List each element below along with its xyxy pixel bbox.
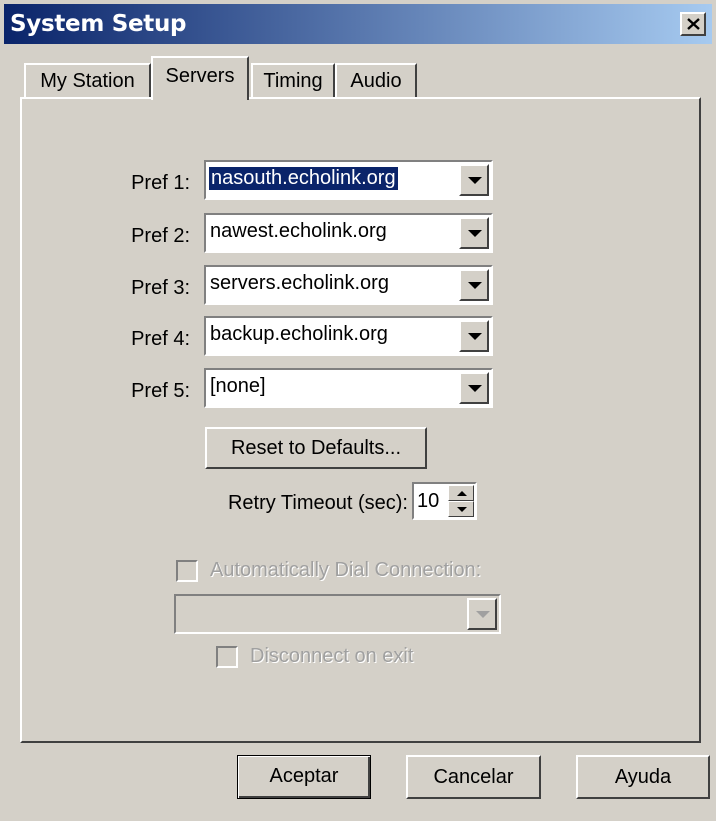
dial-connection-combo[interactable] — [174, 594, 501, 634]
pref-2-label: Pref 2: — [131, 225, 190, 247]
cancel-button[interactable]: Cancelar — [406, 755, 541, 799]
close-icon — [687, 18, 700, 30]
spin-up-button[interactable] — [448, 485, 474, 501]
pref-3-combo[interactable]: servers.echolink.org — [204, 265, 493, 305]
tab-audio[interactable]: Audio — [335, 63, 417, 99]
chevron-down-icon — [468, 177, 482, 184]
pref-2-dropdown-button[interactable] — [459, 217, 489, 249]
pref-3-value: servers.echolink.org — [210, 272, 389, 294]
arrow-down-icon — [457, 507, 467, 512]
window-title: System Setup — [10, 11, 187, 37]
spin-down-button[interactable] — [448, 501, 474, 517]
system-setup-window: System Setup My Station Servers Timing A… — [0, 0, 716, 821]
retry-timeout-label: Retry Timeout (sec): — [227, 492, 408, 514]
disconnect-on-exit-checkbox[interactable] — [216, 646, 238, 668]
chevron-down-icon — [468, 230, 482, 237]
pref-3-label: Pref 3: — [131, 277, 190, 299]
pref-2-combo[interactable]: nawest.echolink.org — [204, 213, 493, 253]
pref-1-label: Pref 1: — [131, 172, 190, 194]
auto-dial-label: Automatically Dial Connection: — [210, 559, 482, 581]
pref-4-label: Pref 4: — [131, 328, 190, 350]
retry-timeout-spinner[interactable]: 10 — [412, 482, 477, 520]
chevron-down-icon — [468, 385, 482, 392]
pref-3-dropdown-button[interactable] — [459, 269, 489, 301]
auto-dial-checkbox[interactable] — [176, 560, 198, 582]
retry-timeout-value: 10 — [417, 490, 440, 512]
disconnect-on-exit-label: Disconnect on exit — [250, 645, 414, 667]
pref-1-value: nasouth.echolink.org — [209, 167, 398, 190]
pref-4-value: backup.echolink.org — [210, 323, 388, 345]
pref-5-combo[interactable]: [none] — [204, 368, 493, 408]
pref-1-dropdown-button[interactable] — [459, 164, 489, 196]
title-bar[interactable]: System Setup — [4, 4, 712, 44]
tab-my-station[interactable]: My Station — [24, 63, 151, 99]
reset-to-defaults-button[interactable]: Reset to Defaults... — [205, 427, 427, 469]
ok-button[interactable]: Aceptar — [237, 755, 371, 799]
arrow-up-icon — [457, 491, 467, 496]
dial-connection-dropdown-button[interactable] — [467, 598, 497, 630]
pref-5-dropdown-button[interactable] — [459, 372, 489, 404]
pref-4-dropdown-button[interactable] — [459, 320, 489, 352]
chevron-down-icon — [468, 282, 482, 289]
pref-2-value: nawest.echolink.org — [210, 220, 387, 242]
pref-1-combo[interactable]: nasouth.echolink.org — [204, 160, 493, 200]
tab-timing[interactable]: Timing — [251, 63, 335, 99]
close-button[interactable] — [680, 12, 706, 36]
help-button[interactable]: Ayuda — [576, 755, 710, 799]
pref-5-label: Pref 5: — [131, 380, 190, 402]
tab-servers[interactable]: Servers — [151, 56, 249, 100]
pref-4-combo[interactable]: backup.echolink.org — [204, 316, 493, 356]
chevron-down-icon — [476, 611, 490, 618]
chevron-down-icon — [468, 333, 482, 340]
pref-5-value: [none] — [210, 375, 266, 397]
